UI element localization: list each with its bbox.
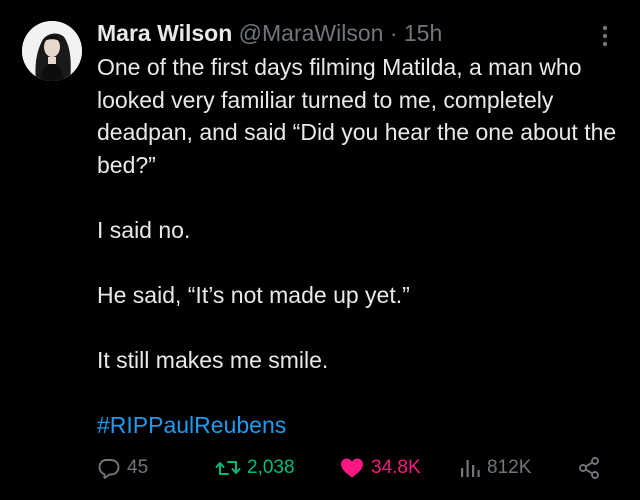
avatar[interactable] [22,21,82,81]
reply-button[interactable]: 45 [97,453,148,483]
tweet-header: Mara Wilson @MaraWilson · 15h [97,18,600,48]
views-count: 812K [487,457,532,478]
repost-count: 2,038 [247,457,295,478]
share-button[interactable] [577,453,601,483]
action-bar: 45 2,038 34.8K 812K [97,453,617,483]
tweet-paragraph: It still makes me smile. [97,346,329,373]
reply-icon [98,459,120,479]
author-name[interactable]: Mara Wilson [97,20,232,46]
views-icon [461,460,480,477]
more-vertical-icon [602,25,608,47]
post-time[interactable]: 15h [404,20,442,46]
tweet-text: One of the first days filming Matilda, a… [97,51,617,441]
repost-button[interactable]: 2,038 [215,453,295,483]
tweet-paragraph: One of the first days filming Matilda, a… [97,54,617,178]
tweet[interactable]: Mara Wilson @MaraWilson · 15h One of the… [0,0,640,500]
author-handle[interactable]: @MaraWilson [239,20,384,46]
more-options-button[interactable] [594,22,616,50]
share-icon [579,457,599,479]
header-separator: · [389,20,398,46]
tweet-paragraph: He said, “It’s not made up yet.” [97,281,410,308]
avatar-image [22,21,82,81]
tweet-paragraph: I said no. [97,216,191,243]
hashtag-link[interactable]: #RIPPaulReubens [97,412,286,438]
heart-icon [341,458,363,478]
repost-icon [215,461,241,475]
like-button[interactable]: 34.8K [339,453,421,483]
like-count: 34.8K [371,457,421,478]
reply-count: 45 [127,457,149,478]
views-button[interactable]: 812K [459,453,531,483]
